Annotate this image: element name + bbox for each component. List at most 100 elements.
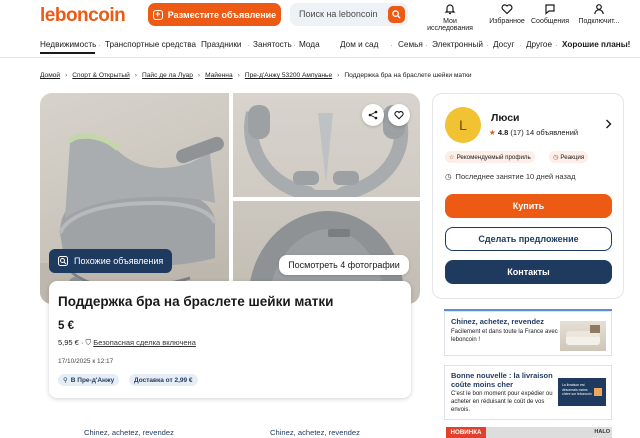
category-separator: · bbox=[98, 41, 101, 50]
search-input[interactable]: Поиск на leboncoin bbox=[290, 3, 408, 26]
similar-ads-button[interactable]: Похожие объявления bbox=[49, 249, 172, 273]
category-good-deals[interactable]: Хорошие планы! bbox=[562, 40, 630, 49]
seller-name[interactable]: Люси bbox=[491, 112, 520, 124]
star-icon: ★ bbox=[489, 128, 496, 137]
rating-value: 4.8 bbox=[497, 128, 509, 137]
category-family[interactable]: Семья bbox=[398, 40, 423, 49]
listing-date: 17/10/2025 к 12:17 bbox=[58, 358, 114, 365]
favorite-button[interactable] bbox=[388, 104, 410, 126]
nav-label: Сообщения bbox=[531, 18, 569, 25]
sofa-image bbox=[566, 325, 600, 345]
location-label: В Пре-д'Анжу bbox=[70, 376, 115, 384]
header: leboncoin + Разместите объявление Поиск … bbox=[0, 0, 640, 32]
share-icon bbox=[368, 110, 378, 120]
listing-title: Поддержка бра на браслете шейки матки bbox=[58, 294, 334, 309]
ad-title-line-2: coûte moins cher bbox=[451, 380, 514, 389]
category-separator: · bbox=[486, 41, 489, 50]
breadcrumb-chevron-icon: › bbox=[134, 72, 137, 79]
ad-banner-1[interactable]: Chinez, achetez, revendez Facilement et … bbox=[444, 311, 612, 356]
chat-icon bbox=[545, 4, 555, 15]
last-activity-label: Последнее занятие 10 дней назад bbox=[455, 172, 576, 181]
ad-text: C'est le bon moment pour expédier ou ach… bbox=[451, 391, 553, 413]
rating-count: (17) bbox=[510, 128, 524, 137]
breadcrumb: Домой › Спорт & Открытый › Пайс де ла Луар › М… bbox=[40, 72, 472, 79]
last-activity: ◷ Последнее занятие 10 дней назад bbox=[445, 172, 575, 181]
ad-brand: HALO bbox=[594, 429, 610, 435]
buy-button[interactable]: Купить bbox=[445, 194, 612, 218]
post-ad-button[interactable]: + Разместите объявление bbox=[148, 3, 281, 26]
category-separator: · bbox=[194, 41, 197, 50]
category-separator: · bbox=[555, 41, 558, 50]
category-separator: · bbox=[293, 41, 296, 50]
breadcrumb-region[interactable]: Пайс де ла Луар bbox=[142, 72, 193, 79]
category-home-garden[interactable]: Дом и сад bbox=[340, 40, 378, 49]
header-divider bbox=[0, 57, 640, 58]
breadcrumb-city[interactable]: Пре-д'Анжу 53200 Ампуанье bbox=[245, 72, 332, 79]
category-other[interactable]: Другое bbox=[526, 40, 552, 49]
delivery-tag[interactable]: Доставка от 2,99 € bbox=[129, 374, 198, 386]
listing-price: 5 € bbox=[58, 320, 74, 332]
seller-card: L Люси ★ 4.8 (17) 14 объявлений ☆ Рекоме… bbox=[432, 93, 624, 299]
ad-image-text: La livraison est désormais moins chère s… bbox=[562, 383, 592, 396]
footer-ad-link[interactable]: Chinez, achetez, revendez bbox=[270, 428, 360, 437]
star-outline-icon: ☆ bbox=[449, 153, 455, 161]
nav-label: Мои исследования bbox=[427, 18, 473, 32]
search-icon bbox=[392, 10, 401, 19]
nav-login[interactable]: Подключит... bbox=[569, 3, 629, 25]
ad-banner-2[interactable]: Bonne nouvelle : la livraison coûte moin… bbox=[444, 365, 612, 420]
breadcrumb-chevron-icon: › bbox=[197, 72, 201, 79]
badge-label: Реакция bbox=[560, 153, 585, 161]
breadcrumb-chevron-icon: › bbox=[65, 72, 68, 79]
user-icon bbox=[594, 4, 604, 15]
category-separator: · bbox=[519, 41, 522, 50]
clock-icon: ◷ bbox=[445, 172, 452, 181]
view-photos-button[interactable]: Посмотреть 4 фотографии bbox=[279, 255, 409, 275]
similar-ads-label: Похожие объявления bbox=[74, 256, 164, 266]
shield-icon: ⛉ bbox=[85, 338, 92, 347]
category-jobs[interactable]: Занятость bbox=[253, 40, 292, 49]
breadcrumb-department[interactable]: Майенна bbox=[205, 72, 233, 79]
nav-my-searches[interactable]: Мои исследования bbox=[420, 3, 480, 32]
breadcrumb-current: Поддержка бра на браслете шейки матки bbox=[344, 72, 472, 79]
ad-image: La livraison est désormais moins chère s… bbox=[558, 378, 606, 406]
location-tag[interactable]: ⚲ В Пре-д'Анжу bbox=[58, 374, 120, 386]
clock-icon: ◷ bbox=[553, 153, 559, 161]
heart-icon bbox=[394, 111, 404, 120]
location-pin-icon: ⚲ bbox=[63, 377, 68, 384]
category-separator: · bbox=[247, 41, 250, 50]
breadcrumb-chevron-icon: › bbox=[237, 72, 240, 79]
seller-avatar[interactable]: L bbox=[445, 107, 481, 143]
chevron-right-icon[interactable] bbox=[605, 119, 612, 129]
recommended-profile-badge: ☆ Рекомендуемый профиль bbox=[445, 151, 535, 163]
breadcrumb-category[interactable]: Спорт & Открытый bbox=[72, 72, 130, 79]
category-vehicles[interactable]: Транспортные средства bbox=[105, 40, 196, 49]
safe-transaction-link[interactable]: Безопасная сделка включена bbox=[93, 338, 196, 347]
category-real-estate[interactable]: Недвижимость bbox=[40, 40, 96, 49]
breadcrumb-chevron-icon: › bbox=[337, 72, 340, 79]
ad-title: Chinez, achetez, revendez bbox=[451, 317, 544, 326]
ad-title: Bonne nouvelle : la livraison bbox=[451, 371, 553, 380]
category-leisure[interactable]: Досуг bbox=[493, 40, 514, 49]
nav-label: Подключит... bbox=[578, 18, 620, 25]
price-with-protection: 5,95 € · ⛉ Безопасная сделка включена bbox=[58, 338, 196, 348]
category-electronics[interactable]: Электронный bbox=[432, 40, 483, 49]
leboncoin-logo[interactable]: leboncoin bbox=[40, 5, 126, 27]
breadcrumb-home[interactable]: Домой bbox=[40, 72, 60, 79]
reaction-badge: ◷ Реакция bbox=[549, 151, 589, 163]
category-fashion[interactable]: Мода bbox=[299, 40, 320, 49]
share-button[interactable] bbox=[362, 104, 384, 126]
similar-search-icon bbox=[58, 256, 68, 266]
search-placeholder: Поиск на leboncoin bbox=[299, 9, 378, 19]
ad-image bbox=[560, 321, 606, 351]
search-button[interactable] bbox=[388, 6, 405, 23]
contact-button[interactable]: Контакты bbox=[445, 260, 612, 284]
badge-label: Рекомендуемый профиль bbox=[456, 153, 531, 161]
plus-icon: + bbox=[152, 9, 163, 20]
category-holidays[interactable]: Праздники bbox=[201, 40, 242, 49]
make-offer-button[interactable]: Сделать предложение bbox=[445, 227, 612, 251]
bell-icon bbox=[444, 4, 456, 15]
footer-ad-link[interactable]: Chinez, achetez, revendez bbox=[84, 428, 174, 437]
category-active-underline bbox=[40, 52, 95, 54]
ad-banner-3[interactable]: НОВИНКА HALO bbox=[446, 427, 612, 438]
category-separator: · bbox=[425, 41, 428, 50]
